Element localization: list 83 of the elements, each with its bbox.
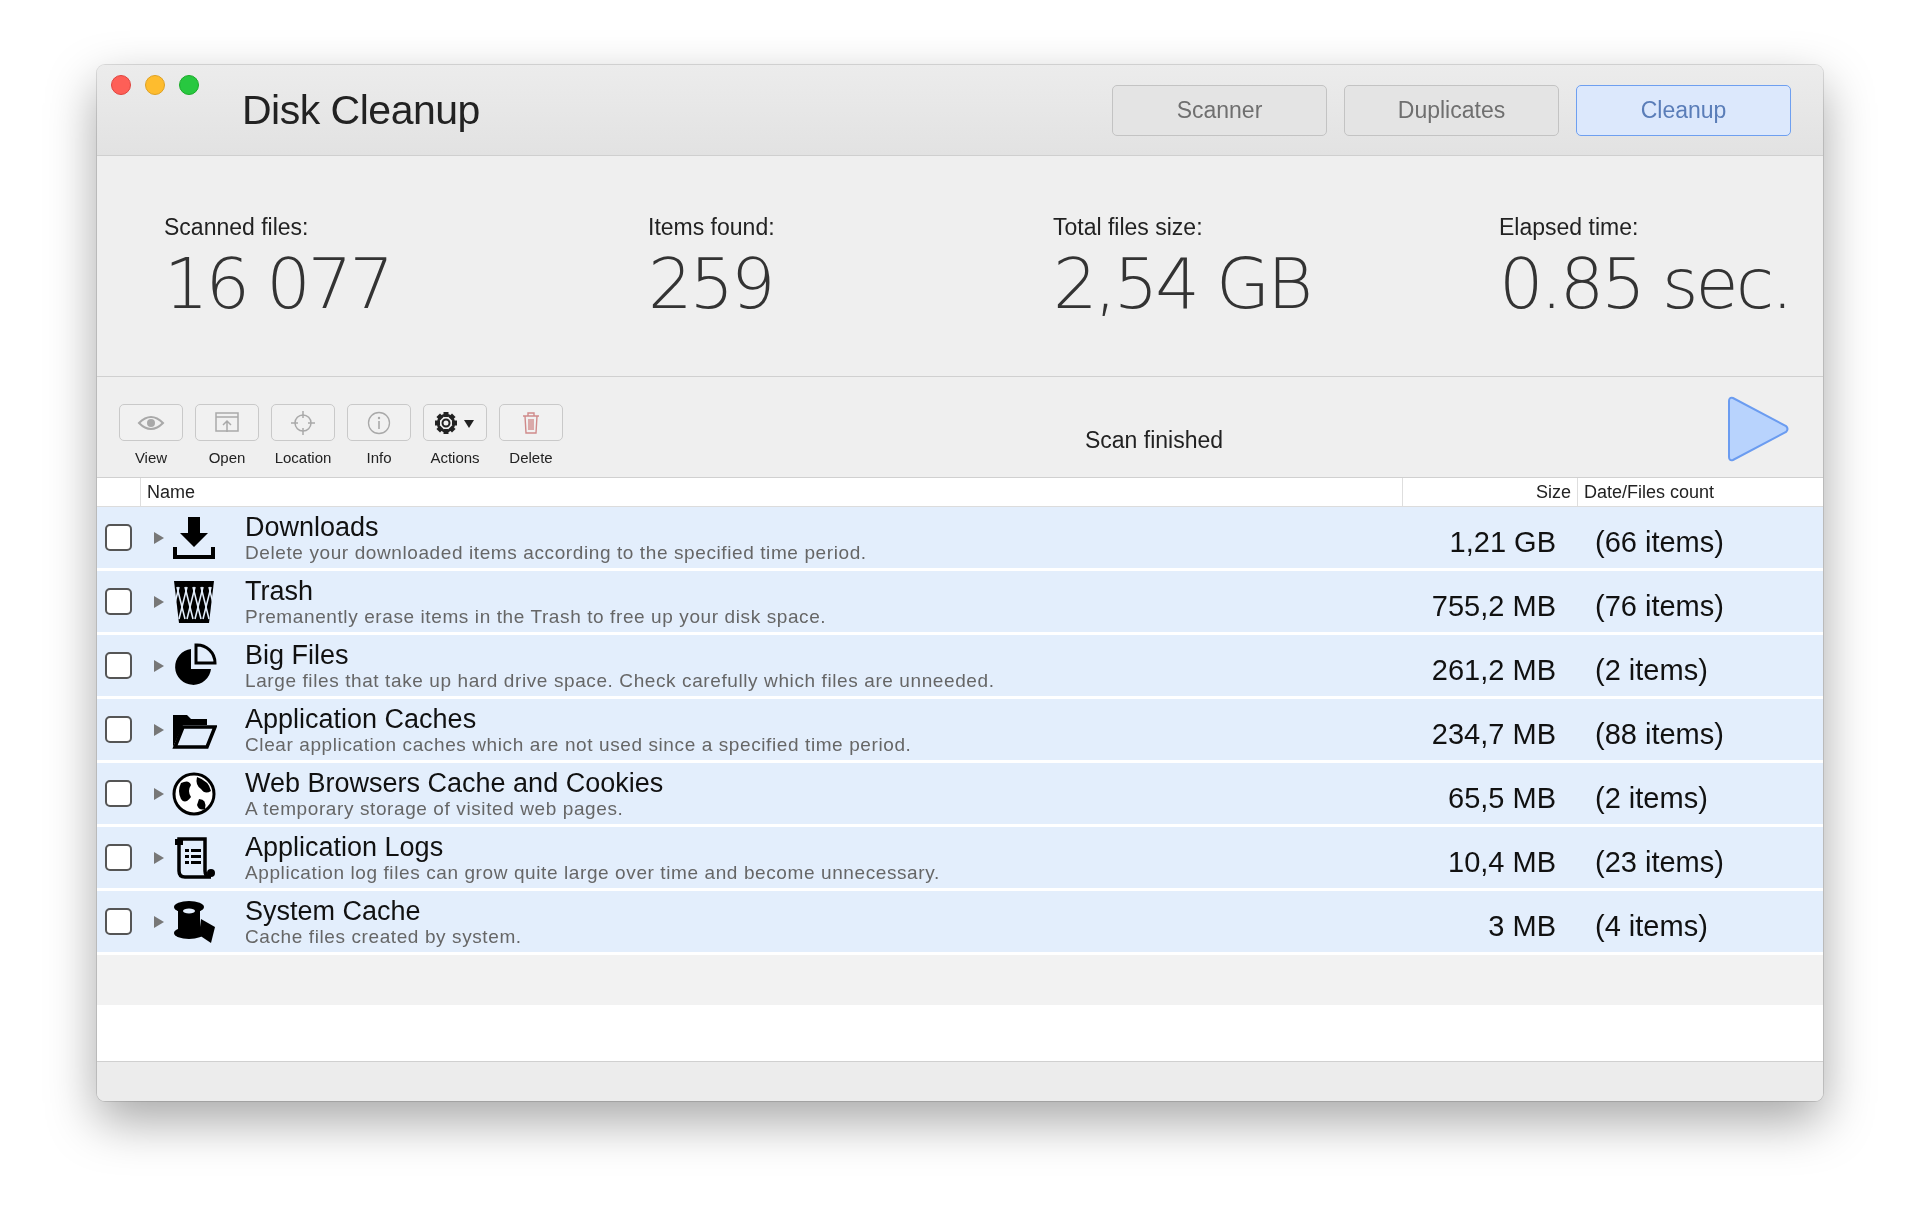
row-checkbox[interactable]	[105, 588, 132, 615]
window-title: Disk Cleanup	[242, 86, 480, 134]
stat-value: 2,54 GB	[1053, 243, 1312, 325]
column-header[interactable]: Date/Files count	[1577, 478, 1823, 506]
size-cell-text: 234,7 MB	[1430, 718, 1556, 751]
row-title: Application Logs	[245, 831, 445, 862]
row-checkbox[interactable]	[105, 652, 132, 679]
stat-value: 0.85 sec.	[1499, 243, 1792, 325]
cleanup-row[interactable]: Web Browsers Cache and Cookies A temporary storage of visited web pages. 65,5 MB (2 items)	[97, 763, 1823, 824]
count-cell-text: (88 items)	[1594, 718, 1725, 751]
close-button[interactable]	[111, 75, 131, 95]
stat-value: 16 077	[164, 243, 392, 325]
row-title: Web Browsers Cache and Cookies	[245, 767, 665, 798]
start-button[interactable]	[1725, 395, 1791, 463]
row-description: A temporary storage of visited web pages.	[245, 797, 625, 820]
row-title: Big Files	[245, 639, 350, 670]
toolbar-label: Open	[208, 449, 246, 466]
row-description: Delete your downloaded items according to the specified time period.	[245, 541, 868, 564]
cleanup-row[interactable]: Application Logs Application log files can grow quite large over time and become unnecessary. 10,4 MB (23 items)	[97, 827, 1823, 888]
zoom-button[interactable]	[179, 75, 199, 95]
cleanup-row[interactable]: Trash Premanently erase items in the Trash to free up your disk space. 755,2 MB (76 items)	[97, 571, 1823, 632]
count-cell-text: (4 items)	[1594, 910, 1709, 943]
stat-label: Elapsed time:	[1499, 214, 1640, 241]
count-cell-text: (23 items)	[1594, 846, 1725, 879]
globe-icon	[171, 770, 217, 817]
size-cell-text: 261,2 MB	[1430, 654, 1556, 687]
cleanup-row[interactable]: Application Caches Clear application caches which are not used since a specified time period. 234,7 MB (88 items)	[97, 699, 1823, 760]
count-cell-text: (76 items)	[1594, 590, 1725, 623]
stat-value: 259	[648, 243, 774, 325]
gear-icon	[434, 410, 476, 435]
row-checkbox[interactable]	[105, 716, 132, 743]
status-text: Scan finished	[1083, 427, 1225, 454]
nav-tab[interactable]: Duplicates	[1344, 84, 1559, 136]
disclosure-triangle-icon[interactable]	[152, 530, 166, 545]
toolbar-button[interactable]	[423, 404, 487, 441]
cleanup-row[interactable]: System Cache Cache files created by system. 3 MB (4 items)	[97, 891, 1823, 952]
count-cell-text: (2 items)	[1594, 654, 1709, 687]
toolbar-label: Location	[274, 449, 332, 466]
toolbar-label: Delete	[509, 449, 553, 466]
row-checkbox[interactable]	[105, 908, 132, 935]
toolbar-label: View	[134, 449, 168, 466]
crosshair-icon	[290, 409, 316, 436]
disclosure-triangle-icon[interactable]	[152, 786, 166, 801]
row-description: Application log files can grow quite large over time and become unnecessary.	[245, 861, 941, 884]
column-header[interactable]: Name	[140, 478, 201, 506]
row-title: Downloads	[245, 511, 380, 542]
size-cell-text: 10,4 MB	[1447, 846, 1556, 879]
toolbar-label: Actions	[430, 449, 480, 466]
column-header[interactable]: Size	[1402, 478, 1577, 506]
nav-tab[interactable]: Scanner	[1112, 84, 1327, 136]
disclosure-triangle-icon[interactable]	[152, 914, 166, 929]
disclosure-triangle-icon[interactable]	[152, 850, 166, 865]
cache-spool-icon	[171, 898, 217, 945]
count-cell-text: (2 items)	[1594, 782, 1709, 815]
count-cell-text: (66 items)	[1594, 526, 1725, 559]
row-description: Premanently erase items in the Trash to free up your disk space.	[245, 605, 828, 628]
info-icon	[367, 410, 391, 435]
row-checkbox[interactable]	[105, 780, 132, 807]
disclosure-triangle-icon[interactable]	[152, 594, 166, 609]
size-cell-text: 1,21 GB	[1448, 526, 1556, 559]
stat-label: Scanned files:	[164, 214, 310, 241]
size-cell-text: 755,2 MB	[1430, 590, 1556, 623]
row-checkbox[interactable]	[105, 524, 132, 551]
toolbar-label: Info	[366, 449, 392, 466]
cleanup-row[interactable]: Downloads Delete your downloaded items according to the specified time period. 1,21 GB (66 items)	[97, 507, 1823, 568]
disclosure-triangle-icon[interactable]	[152, 658, 166, 673]
size-cell-text: 65,5 MB	[1447, 782, 1556, 815]
row-title: Application Caches	[245, 703, 478, 734]
row-checkbox[interactable]	[105, 844, 132, 871]
stat-label: Total files size:	[1053, 214, 1204, 241]
size-cell-text: 3 MB	[1487, 910, 1556, 943]
row-description: Large files that take up hard drive space. Check carefully which files are unneeded.	[245, 669, 996, 692]
download-icon	[171, 514, 217, 561]
row-title: Trash	[245, 575, 314, 606]
row-description: Cache files created by system.	[245, 925, 523, 948]
row-title: System Cache	[245, 895, 422, 926]
trash-bin-icon	[171, 578, 217, 625]
eye-icon	[137, 413, 165, 432]
trash-icon	[522, 411, 540, 434]
cleanup-row[interactable]: Big Files Large files that take up hard drive space. Check carefully which files are unneeded. 261,2 MB (2 items)	[97, 635, 1823, 696]
stat-label: Items found:	[648, 214, 776, 241]
row-description: Clear application caches which are not used since a specified time period.	[245, 733, 913, 756]
disclosure-triangle-icon[interactable]	[152, 722, 166, 737]
